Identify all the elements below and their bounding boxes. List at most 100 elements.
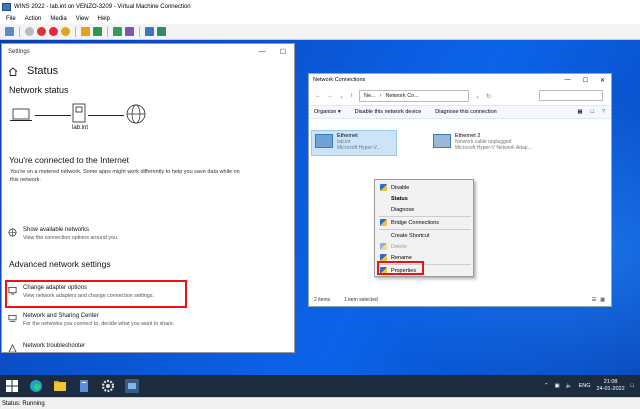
- network-connections-taskbar-icon[interactable]: [125, 379, 139, 393]
- windows-start-icon[interactable]: [5, 379, 19, 393]
- adapter-device: Microsoft Hyper-V...: [337, 145, 381, 151]
- organize-button[interactable]: Organize ▾: [314, 109, 341, 115]
- link-line: [88, 115, 124, 116]
- adapter-ethernet[interactable]: Ethernet lab.int Microsoft Hyper-V...: [315, 133, 381, 151]
- ctx-label: Disable: [391, 184, 410, 191]
- home-icon[interactable]: [8, 66, 18, 76]
- wifi-globe-icon: [8, 228, 17, 237]
- network-domain-label: lab.int: [72, 125, 89, 131]
- checkpoint-icon[interactable]: [113, 27, 122, 36]
- back-arrow-icon[interactable]: ←: [315, 93, 321, 99]
- help-icon[interactable]: ?: [602, 109, 605, 115]
- option-show-networks[interactable]: Show available networks View the connect…: [8, 227, 118, 241]
- menu-media[interactable]: Media: [50, 16, 66, 22]
- metered-text: You're on a metered network. Some apps m…: [10, 169, 240, 183]
- maximize-icon[interactable]: ☐: [280, 48, 286, 56]
- vm-toolbar: [0, 24, 640, 40]
- menu-help[interactable]: Help: [98, 16, 110, 22]
- disable-device-button[interactable]: Disable this network device: [355, 109, 422, 115]
- ctrl-alt-del-icon[interactable]: [5, 27, 14, 36]
- settings-header: Status: [2, 60, 294, 82]
- reset-icon[interactable]: [93, 27, 102, 36]
- settings-window-label: Settings: [8, 49, 30, 55]
- address-box[interactable]: Ne... › Network Co...: [359, 90, 470, 102]
- globe-icon: [126, 104, 146, 124]
- option-title: Show available networks: [23, 227, 90, 233]
- address-dropdown-icon[interactable]: ⌄: [475, 93, 480, 100]
- clock-time: 21:08: [603, 379, 618, 385]
- view-options-icon[interactable]: ▦: [577, 109, 582, 115]
- shutdown-icon[interactable]: [49, 27, 58, 36]
- network-adapter-icon: [315, 134, 333, 148]
- option-troubleshooter[interactable]: Network troubleshooter: [8, 343, 85, 352]
- clock[interactable]: 21:08 24-01-2022: [597, 379, 625, 393]
- shield-icon: [380, 219, 387, 226]
- notifications-icon[interactable]: □: [631, 383, 634, 389]
- vm-desktop: Settings — ☐ Status Network status lab.i…: [0, 40, 640, 397]
- status-bar: 2 items 1 item selected ☰ ▦: [309, 293, 611, 306]
- adapter-ethernet-2[interactable]: Ethernet 2 Network cable unplugged Micro…: [433, 133, 532, 151]
- details-view-icon[interactable]: ☰: [592, 297, 596, 303]
- item-count: 2 items: [314, 296, 331, 303]
- ctx-diagnose[interactable]: Diagnose: [375, 204, 473, 215]
- system-tray: ⌃ ▣ 🔈 ENG 21:08 24-01-2022 □: [544, 375, 640, 397]
- tiles-view-icon[interactable]: ▦: [600, 297, 605, 303]
- vm-status-text: Status: Running: [2, 400, 45, 407]
- vm-titlebar: WINS 2022 - lab.int on VENZO-3209 - Virt…: [0, 0, 640, 13]
- ctx-status[interactable]: Status: [375, 193, 473, 204]
- close-icon[interactable]: ✕: [600, 77, 605, 84]
- link-line: [35, 115, 71, 116]
- network-diagram: lab.int: [2, 99, 294, 149]
- minimize-icon[interactable]: —: [259, 48, 266, 56]
- enhanced-session-icon[interactable]: [145, 27, 154, 36]
- preview-pane-icon[interactable]: □: [591, 109, 594, 115]
- volume-icon[interactable]: 🔈: [566, 383, 573, 389]
- crumb[interactable]: Network Co...: [386, 93, 419, 99]
- option-sharing-center[interactable]: Network and Sharing Center For the netwo…: [8, 313, 174, 327]
- settings-gear-icon[interactable]: [101, 379, 115, 393]
- search-input[interactable]: [539, 90, 603, 101]
- sharing-center-icon: [8, 314, 17, 323]
- shield-icon: [380, 254, 387, 261]
- network-tray-icon[interactable]: ▣: [555, 383, 560, 389]
- forward-arrow-icon[interactable]: →: [327, 93, 333, 99]
- start-icon[interactable]: [25, 27, 34, 36]
- tray-overflow-icon[interactable]: ⌃: [544, 383, 549, 389]
- settings-window: Settings — ☐ Status Network status lab.i…: [1, 43, 295, 353]
- ctx-bridge[interactable]: Bridge Connections: [375, 217, 473, 228]
- maximize-icon[interactable]: ☐: [583, 77, 588, 84]
- revert-icon[interactable]: [125, 27, 134, 36]
- vm-title-text: WINS 2022 - lab.int on VENZO-3209 - Virt…: [14, 3, 191, 10]
- file-explorer-icon[interactable]: [53, 379, 67, 393]
- ctx-label: Delete: [391, 243, 407, 250]
- shield-icon: [380, 184, 387, 191]
- save-icon[interactable]: [61, 27, 70, 36]
- menu-action[interactable]: Action: [25, 16, 42, 22]
- ctx-disable[interactable]: Disable: [375, 182, 473, 193]
- option-title: Network and Sharing Center: [23, 313, 99, 319]
- crumb[interactable]: Ne...: [364, 93, 376, 99]
- settings-titlebar: Settings — ☐: [2, 44, 294, 60]
- ctx-label: Bridge Connections: [391, 219, 440, 226]
- menu-view[interactable]: View: [76, 16, 89, 22]
- toolbar-separator: [139, 26, 140, 37]
- ctx-create-shortcut[interactable]: Create Shortcut: [375, 230, 473, 241]
- menu-file[interactable]: File: [6, 16, 16, 22]
- up-arrow-icon[interactable]: ↑: [350, 93, 353, 99]
- ctx-delete: Delete: [375, 241, 473, 252]
- turn-off-icon[interactable]: [37, 27, 46, 36]
- edge-icon[interactable]: [29, 379, 43, 393]
- refresh-icon[interactable]: ↻: [486, 93, 491, 100]
- clock-date: 24-01-2022: [596, 386, 625, 392]
- recent-dropdown-icon[interactable]: ⌄: [339, 93, 344, 100]
- language-indicator[interactable]: ENG: [579, 383, 591, 389]
- toolbar-separator: [19, 26, 20, 37]
- diagnose-button[interactable]: Diagnose this connection: [435, 109, 496, 115]
- warning-icon: [8, 344, 17, 352]
- ctx-label: Rename: [391, 254, 412, 261]
- minimize-icon[interactable]: —: [565, 77, 571, 84]
- share-icon[interactable]: [157, 27, 166, 36]
- server-manager-icon[interactable]: [77, 379, 91, 393]
- pause-icon[interactable]: [81, 27, 90, 36]
